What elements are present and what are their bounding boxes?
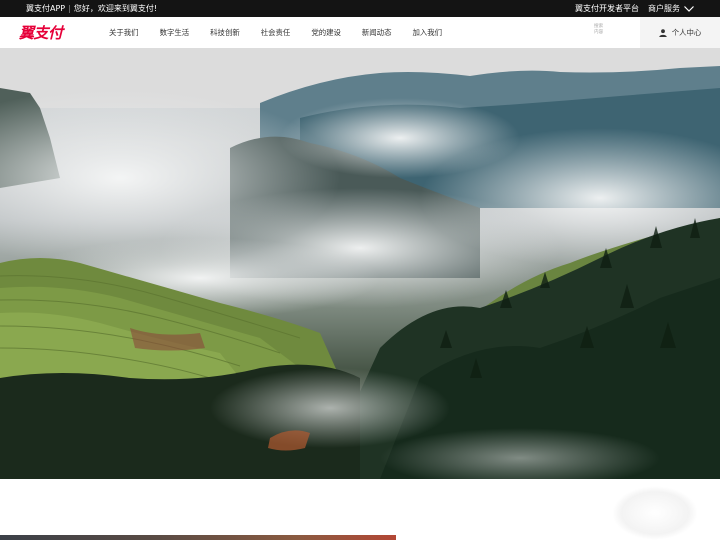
section-image [0,535,396,540]
top-bar: 翼支付APP | 您好，欢迎来到翼支付! 翼支付开发者平台 商户服务 [0,0,720,17]
nav-item-about[interactable]: 关于我们 [109,27,139,38]
user-center-label: 个人中心 [671,28,702,37]
greeting-text: 您好，欢迎来到翼支付! [73,4,158,13]
search-placeholder-line2: 内容 [594,30,604,35]
app-link[interactable]: 翼支付APP [26,3,65,14]
nav-item-digital-life[interactable]: 数字生活 [160,27,190,38]
section-decoration [612,486,698,540]
search-input[interactable]: 搜索 内容 [594,24,624,41]
developer-platform-link[interactable]: 翼支付开发者平台 [575,3,639,14]
chevron-down-icon [684,5,694,12]
top-bar-right: 翼支付开发者平台 商户服务 [575,3,694,14]
user-icon [659,28,667,37]
main-nav: 关于我们 数字生活 科技创新 社会责任 党的建设 新闻动态 加入我们 [109,17,463,48]
nav-item-news[interactable]: 新闻动态 [362,27,392,38]
nav-item-social-responsibility[interactable]: 社会责任 [261,27,291,38]
separator: | [68,4,71,13]
nav-item-party-building[interactable]: 党的建设 [311,27,341,38]
hero-landscape-image [0,48,720,479]
nav-item-tech[interactable]: 科技创新 [210,27,240,38]
logo[interactable]: 翼支付 [19,21,63,43]
nav-item-join-us[interactable]: 加入我们 [412,27,442,38]
hero-banner [0,48,720,479]
top-bar-left: 翼支付APP | 您好，欢迎来到翼支付! [26,3,157,14]
merchant-service-menu[interactable]: 商户服务 [648,3,694,14]
logo-text: 翼支付 [19,23,63,42]
user-center-button[interactable]: 个人中心 [640,17,720,48]
main-header: 翼支付 关于我们 数字生活 科技创新 社会责任 党的建设 新闻动态 加入我们 搜… [0,17,720,48]
section-title-fragment [446,536,556,540]
merchant-service-label: 商户服务 [648,4,680,13]
